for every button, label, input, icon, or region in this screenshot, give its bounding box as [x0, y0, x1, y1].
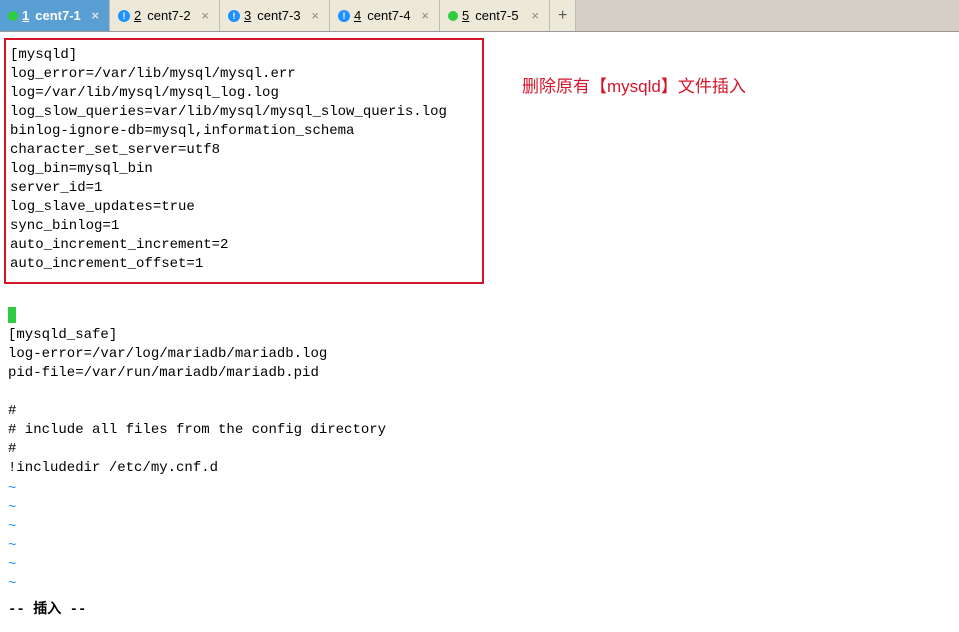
green-dot-icon — [8, 11, 18, 21]
tab-label: cent7-3 — [257, 8, 300, 23]
close-icon[interactable]: × — [529, 8, 541, 23]
editor-content: [mysqld_safe] log-error=/var/log/mariadb… — [4, 288, 955, 478]
tab-cent7-1[interactable]: 1 cent7-1 × — [0, 0, 110, 31]
tab-label: cent7-4 — [367, 8, 410, 23]
tab-number: 5 — [462, 8, 469, 23]
info-icon: ! — [228, 10, 240, 22]
tab-cent7-2[interactable]: ! 2 cent7-2 × — [110, 0, 220, 31]
tab-bar: 1 cent7-1 × ! 2 cent7-2 × ! 3 cent7-3 × … — [0, 0, 959, 32]
annotation-text: 删除原有【mysqld】文件插入 — [522, 72, 746, 97]
editor-area[interactable]: 删除原有【mysqld】文件插入 [mysqld] log_error=/var… — [0, 32, 959, 632]
tab-label: cent7-5 — [475, 8, 518, 23]
add-tab-button[interactable]: + — [550, 0, 576, 31]
config-text: [mysqld_safe] log-error=/var/log/mariadb… — [8, 327, 386, 476]
tab-cent7-3[interactable]: ! 3 cent7-3 × — [220, 0, 330, 31]
tab-number: 4 — [354, 8, 361, 23]
tab-number: 1 — [22, 8, 29, 23]
tab-cent7-5[interactable]: 5 cent7-5 × — [440, 0, 550, 31]
vim-mode-status: -- 插入 -- — [4, 598, 955, 618]
tab-label: cent7-2 — [147, 8, 190, 23]
info-icon: ! — [118, 10, 130, 22]
close-icon[interactable]: × — [419, 8, 431, 23]
vim-empty-lines: ~ ~ ~ ~ ~ ~ — [4, 480, 955, 594]
cursor — [8, 307, 16, 323]
close-icon[interactable]: × — [89, 8, 101, 23]
mysqld-config-block: [mysqld] log_error=/var/lib/mysql/mysql.… — [4, 38, 484, 284]
close-icon[interactable]: × — [199, 8, 211, 23]
close-icon[interactable]: × — [309, 8, 321, 23]
plus-icon: + — [558, 7, 567, 25]
tab-cent7-4[interactable]: ! 4 cent7-4 × — [330, 0, 440, 31]
tab-number: 3 — [244, 8, 251, 23]
tab-label: cent7-1 — [35, 8, 81, 23]
info-icon: ! — [338, 10, 350, 22]
tab-number: 2 — [134, 8, 141, 23]
green-dot-icon — [448, 11, 458, 21]
blank-line — [8, 289, 16, 305]
